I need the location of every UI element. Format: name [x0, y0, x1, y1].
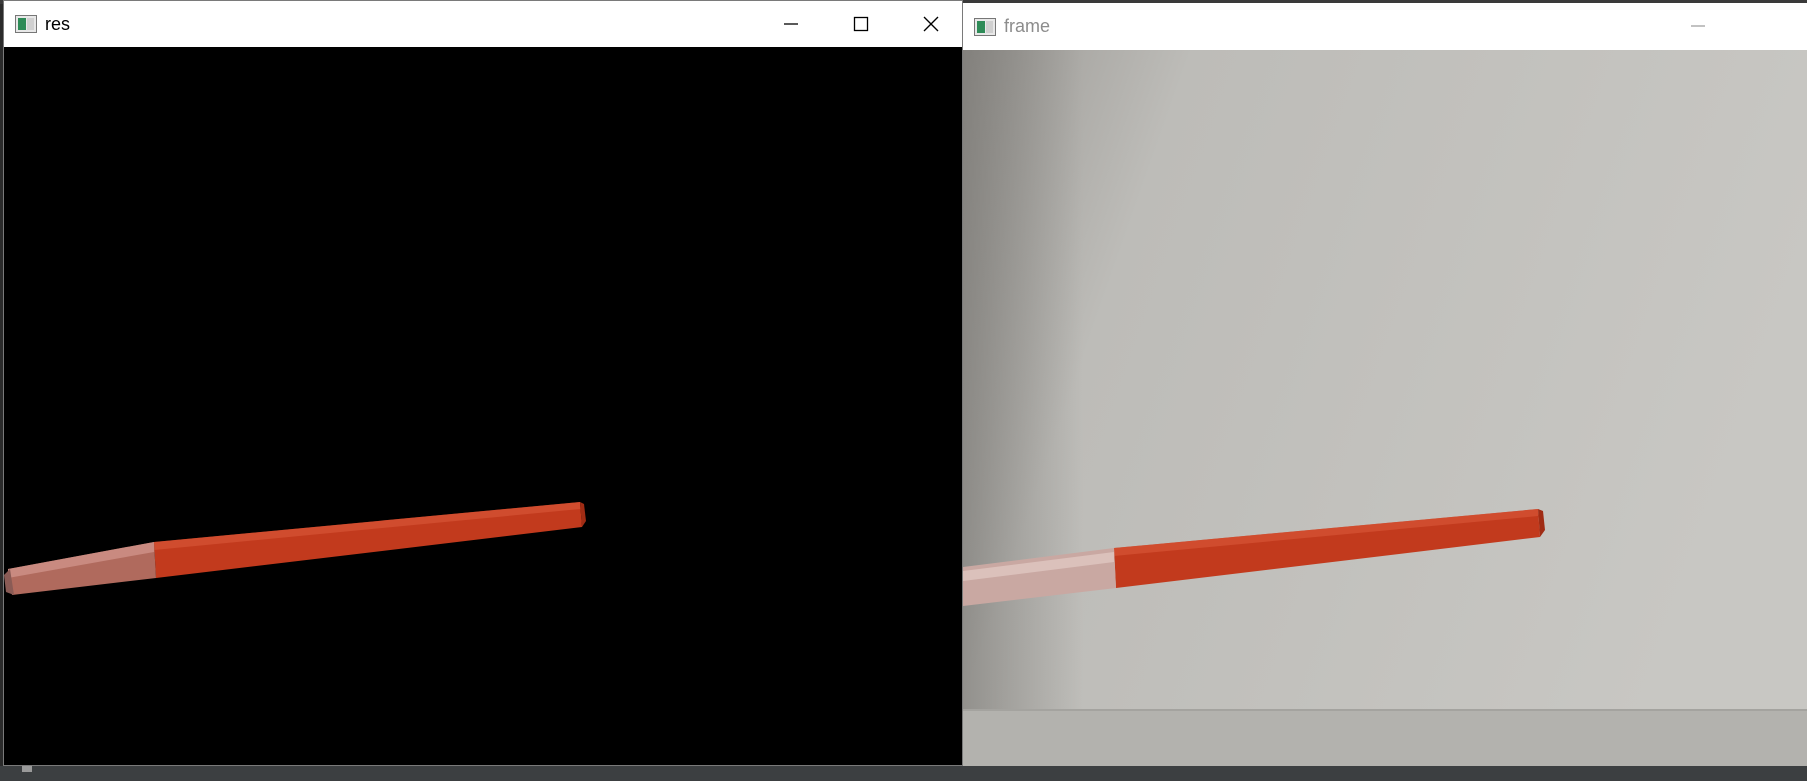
close-icon	[923, 16, 939, 32]
minimize-icon	[784, 23, 798, 25]
window-title: frame	[1004, 16, 1051, 36]
minimize-button[interactable]	[756, 1, 826, 47]
minimize-button[interactable]	[1663, 3, 1733, 49]
minimize-icon	[1691, 25, 1705, 27]
taskbar-strip	[0, 766, 1807, 781]
opencv-window-icon	[15, 15, 37, 33]
frame-title-bar[interactable]: frame	[963, 3, 1807, 50]
taskbar-indicator	[22, 766, 32, 772]
maximize-icon	[853, 16, 869, 32]
res-window[interactable]: res	[3, 0, 963, 766]
res-title-bar[interactable]: res	[4, 1, 962, 47]
camera-frame-image	[963, 50, 1807, 771]
close-button[interactable]	[896, 1, 962, 47]
camera-frame-view	[963, 50, 1807, 771]
masked-pen-image	[4, 47, 962, 765]
frame-window[interactable]: frame	[963, 3, 1807, 771]
masked-image-view	[4, 47, 962, 765]
window-title: res	[45, 13, 71, 34]
opencv-window-icon	[974, 17, 996, 36]
maximize-button[interactable]	[826, 1, 896, 47]
